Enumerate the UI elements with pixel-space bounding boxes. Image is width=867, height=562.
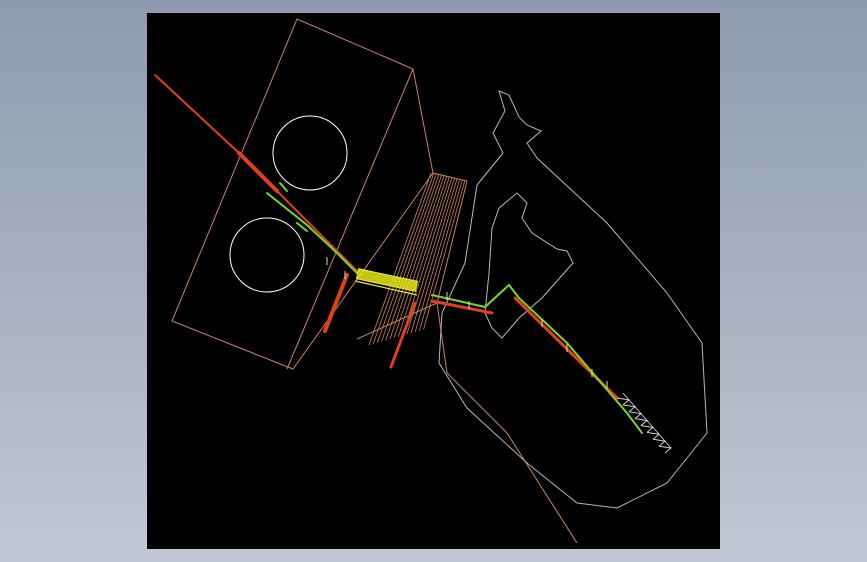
truss-structure (616, 392, 673, 454)
tank-lower[interactable] (229, 217, 305, 293)
ramp-hatch (368, 172, 466, 346)
ramp-hatch-line (402, 177, 453, 336)
truss-segment (652, 438, 667, 447)
ramp-hatch-line (389, 175, 445, 340)
pipe-thick-segment[interactable] (237, 151, 279, 193)
pipe-vertical-drop-b[interactable] (389, 301, 417, 369)
truss-segment (640, 425, 655, 433)
primary-pipeline (154, 74, 619, 400)
green-branch-a[interactable] (279, 182, 288, 192)
cad-drawing-canvas[interactable] (147, 13, 720, 549)
truss-segment (646, 431, 661, 440)
pipe-vertical-drop-a[interactable] (323, 273, 349, 333)
storage-tanks (229, 115, 348, 293)
outer-contour (438, 90, 708, 509)
truss-segment (658, 445, 673, 454)
green-line-upper[interactable] (266, 192, 358, 274)
inner-contour (484, 192, 574, 339)
truss-top-chord (622, 392, 672, 449)
cad-viewport[interactable] (147, 13, 720, 549)
tank-upper[interactable] (272, 115, 348, 191)
ramp-hatch-line (377, 174, 437, 343)
secondary-pipeline (266, 182, 643, 434)
pipe-inlet-segment[interactable] (154, 74, 240, 154)
terrain-contour (438, 90, 708, 509)
equipment (354, 268, 419, 296)
